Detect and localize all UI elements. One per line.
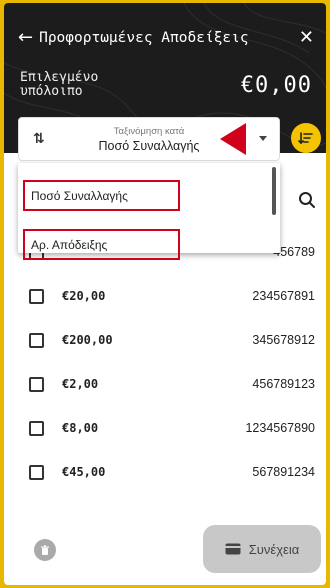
row-amount: €2,00 [62, 377, 99, 391]
selected-balance-value: €0,00 [240, 73, 312, 98]
chevron-down-icon [259, 136, 267, 141]
sort-dropdown-menu: Ποσό Συναλλαγής Αρ. Απόδειξης [18, 163, 280, 260]
row-receipt-number: 456789123 [252, 377, 315, 391]
sort-option-receipt-number[interactable]: Αρ. Απόδειξης [23, 229, 180, 260]
continue-button[interactable]: Συνέχεια [203, 525, 321, 573]
continue-label: Συνέχεια [248, 541, 300, 557]
row-amount: €20,00 [62, 289, 106, 303]
row-receipt-number: 1234567890 [245, 421, 315, 435]
row-checkbox[interactable] [29, 333, 44, 348]
row-receipt-number: 345678912 [252, 333, 315, 347]
table-row[interactable]: €8,00 1234567890 [4, 407, 326, 451]
annotation-arrow [220, 123, 246, 155]
selected-balance-label: Επιλεγμένο υπόλοιπο [20, 70, 99, 99]
row-checkbox[interactable] [29, 421, 44, 436]
close-icon[interactable]: ✕ [299, 29, 314, 47]
arrow-left-icon[interactable]: ← [18, 29, 33, 47]
trash-icon [41, 545, 49, 555]
row-receipt-number: 234567891 [252, 289, 315, 303]
search-icon[interactable] [298, 191, 316, 214]
app-screen: ← Προφορτωμένες Αποδείξεις ✕ Επιλεγμένο … [4, 3, 326, 585]
row-amount: €45,00 [62, 465, 106, 479]
table-row[interactable]: €200,00 345678912 [4, 319, 326, 363]
row-checkbox[interactable] [29, 465, 44, 480]
row-amount: €200,00 [62, 333, 113, 347]
dropdown-scrollbar[interactable] [272, 167, 276, 215]
table-row[interactable]: €45,00 567891234 [4, 451, 326, 495]
row-checkbox[interactable] [29, 289, 44, 304]
table-row[interactable]: €20,00 234567891 [4, 275, 326, 319]
card-icon [225, 543, 241, 555]
sort-option-amount[interactable]: Ποσό Συναλλαγής [23, 180, 180, 211]
table-row[interactable]: €2,00 456789123 [4, 363, 326, 407]
filter-button[interactable] [291, 123, 321, 153]
title-bar: ← Προφορτωμένες Αποδείξεις ✕ [18, 25, 314, 51]
delete-button[interactable] [34, 539, 56, 561]
sort-lines-icon [298, 132, 313, 145]
row-receipt-number: 567891234 [252, 465, 315, 479]
row-checkbox[interactable] [29, 377, 44, 392]
row-amount: €8,00 [62, 421, 99, 435]
page-title: Προφορτωμένες Αποδείξεις [39, 30, 249, 46]
